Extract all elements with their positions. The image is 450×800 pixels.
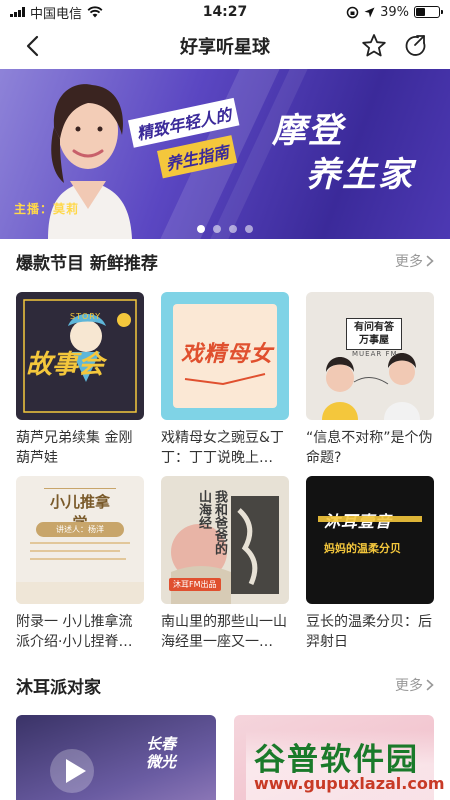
- program-title: 南山里的那些山一山海经里一座又一…: [161, 614, 287, 650]
- banner-host-label: 主播：莫莉: [14, 202, 80, 216]
- banner-title-line2: 养生家: [306, 155, 414, 195]
- program-card[interactable]: 沐耳壹音 妈妈的温柔分贝 豆长的温柔分贝：后羿射日: [306, 476, 434, 652]
- battery-icon: [414, 6, 443, 18]
- watermark-url: www.gupuxlazal.com: [254, 774, 445, 793]
- battery-percent: 39%: [380, 4, 409, 20]
- banner-title: 摩登 养生家: [272, 109, 414, 197]
- play-icon: [50, 749, 94, 793]
- cover-divider: [30, 550, 120, 552]
- cover-title: 我和爸爸的山海经: [196, 490, 227, 555]
- program-title: “信息不对称”是个伪命题?: [306, 430, 433, 466]
- program-card[interactable]: 小儿推拿学 讲述人：杨洋 附录一 小儿推拿流派介绍·小儿捏脊…: [16, 476, 144, 652]
- nav-bar: 好享听星球: [0, 24, 450, 68]
- carrier-label: 中国电信: [30, 6, 83, 22]
- favorite-button[interactable]: [360, 32, 388, 60]
- program-title: 附录一 小儿推拿流派介绍·小儿捏脊…: [16, 614, 133, 650]
- share-arrow-icon: [405, 35, 426, 56]
- program-card[interactable]: 戏精母女 戏精母女之豌豆&丁丁：丁丁说晚上…: [161, 292, 289, 468]
- star-outline-icon: [362, 34, 386, 57]
- program-cover: 有问有答 万事屋 MUEAR FM: [306, 292, 434, 420]
- cover-title: 有问有答 万事屋: [346, 318, 402, 350]
- section-header-party: 沐耳派对家 更多: [0, 670, 450, 700]
- back-button[interactable]: [18, 32, 46, 60]
- watermark-logo: 谷普软件园: [254, 742, 419, 778]
- section-title: 沐耳派对家: [16, 677, 101, 698]
- wifi-icon: [87, 6, 103, 18]
- chevron-left-icon: [26, 35, 39, 57]
- rotation-lock-icon: [346, 6, 359, 18]
- location-arrow-icon: [364, 7, 375, 17]
- more-button[interactable]: 更多: [395, 675, 434, 695]
- program-title: 葫芦兄弟续集 金刚葫芦娃: [16, 430, 133, 466]
- cover-subtitle: 妈妈的温柔分贝: [324, 542, 401, 555]
- section-title: 爆款节目 新鲜推荐: [16, 253, 158, 274]
- banner-dot[interactable]: [197, 225, 205, 233]
- party-cover-title: 长春微光: [146, 735, 177, 771]
- program-title: 戏精母女之豌豆&丁丁：丁丁说晚上…: [161, 430, 284, 466]
- share-button[interactable]: [402, 32, 430, 60]
- party-card[interactable]: 长春微光: [16, 715, 216, 800]
- cover-footer: [16, 582, 144, 604]
- chevron-right-icon: [426, 255, 434, 267]
- cover-decoration: [184, 373, 266, 386]
- banner-slogan-line2: 养生指南: [156, 135, 238, 179]
- program-cover: 小儿推拿学 讲述人：杨洋: [16, 476, 144, 604]
- cover-title: 戏精母女: [181, 342, 274, 367]
- program-card[interactable]: 故事会 STORY 葫芦兄弟续集 金刚葫芦娃: [16, 292, 144, 468]
- banner-dot[interactable]: [245, 225, 253, 233]
- status-left: 中国电信: [10, 3, 160, 22]
- cover-subtitle: STORY: [70, 312, 102, 321]
- chevron-right-icon: [426, 679, 434, 691]
- party-cover: 长春微光: [16, 715, 216, 800]
- banner-dot[interactable]: [229, 225, 237, 233]
- program-card[interactable]: 我和爸爸的山海经 沐耳FM出品 南山里的那些山一山海经里一座又一…: [161, 476, 289, 652]
- program-cover: 我和爸爸的山海经 沐耳FM出品: [161, 476, 289, 604]
- cover-subtitle: MUEAR FM: [352, 350, 398, 358]
- battery-level: [416, 8, 425, 16]
- cover-divider: [30, 558, 126, 560]
- more-label: 更多: [395, 678, 423, 694]
- banner-title-line1: 摩登: [272, 111, 344, 151]
- cover-subtitle: 讲述人：杨洋: [36, 522, 124, 537]
- more-label: 更多: [395, 254, 423, 270]
- program-cover: 戏精母女: [161, 292, 289, 420]
- more-button[interactable]: 更多: [395, 251, 434, 271]
- promo-banner[interactable]: 主播：莫莉 精致年轻人的 养生指南 摩登 养生家: [0, 69, 450, 239]
- watermark: 谷普软件园 www.gupuxlazal.com: [246, 730, 450, 800]
- program-card[interactable]: 有问有答 万事屋 MUEAR FM “信息不对称”是个伪命题?: [306, 292, 434, 468]
- status-right: 39%: [290, 4, 443, 20]
- program-title: 豆长的温柔分贝：后羿射日: [306, 614, 432, 650]
- page-title: 好享听星球: [180, 37, 270, 58]
- status-time: 14:27: [202, 4, 248, 20]
- cover-divider: [30, 542, 130, 544]
- banner-dot[interactable]: [213, 225, 221, 233]
- program-cover: 故事会 STORY: [16, 292, 144, 420]
- program-cover: 沐耳壹音 妈妈的温柔分贝: [306, 476, 434, 604]
- cover-highlight: [318, 516, 422, 522]
- cover-subtitle: 沐耳FM出品: [169, 578, 221, 591]
- cell-signal-icon: [10, 7, 25, 17]
- cover-title: 故事会: [26, 350, 105, 380]
- status-bar: 中国电信 14:27 39%: [0, 0, 450, 24]
- section-header-hot: 爆款节目 新鲜推荐 更多: [0, 246, 450, 276]
- banner-pagination[interactable]: [0, 225, 450, 233]
